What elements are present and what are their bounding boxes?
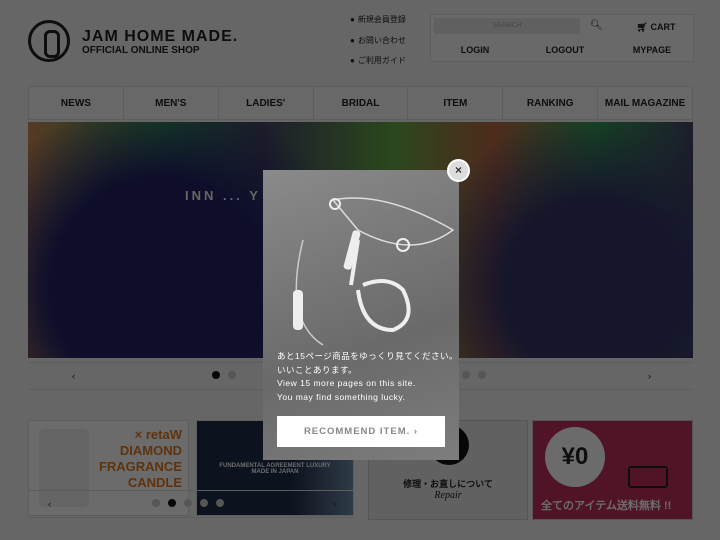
banner-dot[interactable] xyxy=(184,499,192,507)
nav-news[interactable]: NEWS xyxy=(29,87,124,119)
logout-button[interactable]: LOGOUT xyxy=(520,45,610,55)
hero-next-button[interactable]: › xyxy=(648,363,651,389)
nav-ladies[interactable]: LADIES' xyxy=(219,87,314,119)
recommend-item-button[interactable]: RECOMMEND ITEM. › xyxy=(277,416,445,447)
modal-text-jp2: いいことあります。 xyxy=(277,364,358,375)
nav-ranking[interactable]: RANKING xyxy=(503,87,599,119)
register-link[interactable]: 新規会員登録 xyxy=(350,14,406,25)
candle-line: CANDLE xyxy=(127,475,182,490)
brand-tagline: OFFICIAL ONLINE SHOP xyxy=(82,45,200,56)
banner-next-button[interactable]: › xyxy=(333,491,336,517)
truck-icon xyxy=(628,466,668,488)
nav-bridal[interactable]: BRIDAL xyxy=(314,87,409,119)
banner-dot[interactable] xyxy=(152,499,160,507)
contact-link[interactable]: お問い合わせ xyxy=(350,35,406,46)
shipping-text: 全てのアイテム送料無料 !! xyxy=(541,500,672,512)
close-icon[interactable]: × xyxy=(447,159,470,182)
hero-overlay-text: INN ... Y xyxy=(185,188,261,203)
hero-prev-button[interactable]: ‹ xyxy=(72,363,75,389)
repair-title: 修理・お直しについて xyxy=(403,479,493,489)
repair-subtitle: Repair xyxy=(434,490,462,501)
popup-modal: あと15ページ商品をゆっくり見てください。 いいことあります。 View 15 … xyxy=(263,170,459,460)
guide-link[interactable]: ご利用ガイド xyxy=(350,55,406,66)
banner-carousel-nav: ‹ › xyxy=(28,490,354,518)
candle-line: DIAMOND xyxy=(119,443,182,458)
main-nav: NEWS MEN'S LADIES' BRIDAL ITEM RANKING M… xyxy=(28,86,693,120)
logo-icon[interactable] xyxy=(28,20,70,62)
banner-prev-button[interactable]: ‹ xyxy=(48,491,51,517)
mypage-button[interactable]: MYPAGE xyxy=(610,45,694,55)
login-button[interactable]: LOGIN xyxy=(430,45,520,55)
brand-name[interactable]: JAM HOME MADE. xyxy=(82,28,238,46)
banner-dot[interactable] xyxy=(216,499,224,507)
cart-label: CART xyxy=(650,22,676,32)
search-icon[interactable]: 🔍︎ xyxy=(590,20,603,31)
hero-dot[interactable] xyxy=(212,371,220,379)
nav-mail-magazine[interactable]: MAIL MAGAZINE xyxy=(598,87,692,119)
nav-item[interactable]: ITEM xyxy=(408,87,504,119)
chevron-right-icon: › xyxy=(413,426,419,437)
denim-line: MADE IN JAPAN xyxy=(251,469,299,475)
banner-dot[interactable] xyxy=(200,499,208,507)
search-input[interactable]: SEARCH xyxy=(434,18,580,34)
hero-dot[interactable] xyxy=(462,371,470,379)
hero-dot[interactable] xyxy=(228,371,236,379)
nav-mens[interactable]: MEN'S xyxy=(124,87,219,119)
cart-icon: 🛒︎ xyxy=(636,22,651,32)
recommend-label: RECOMMEND ITEM. xyxy=(303,426,411,437)
necklace-image xyxy=(293,197,455,346)
modal-text-jp1: あと15ページ商品をゆっくり見てください。 xyxy=(277,351,459,361)
cart-button[interactable]: 🛒︎ CART xyxy=(620,22,692,33)
banner-dot[interactable] xyxy=(168,499,176,507)
candle-line: × retaW xyxy=(134,427,182,442)
free-shipping-banner[interactable]: ¥0 全てのアイテム送料無料 !! xyxy=(532,420,693,520)
modal-text-en2: You may find something lucky. xyxy=(277,391,406,402)
hero-dot[interactable] xyxy=(478,371,486,379)
modal-text-en1: View 15 more pages on this site. xyxy=(277,378,416,388)
candle-line: FRAGRANCE xyxy=(98,459,182,474)
price-badge: ¥0 xyxy=(545,427,605,487)
